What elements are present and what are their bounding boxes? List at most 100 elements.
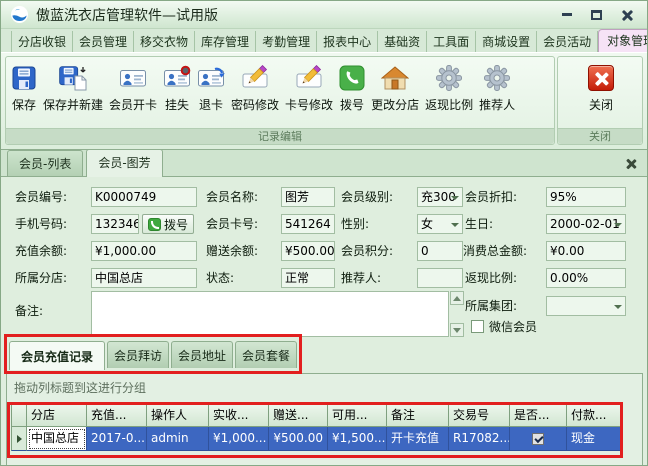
chevron-down-icon [614, 223, 622, 227]
column-header-remark[interactable]: 备注 [387, 404, 449, 427]
column-header-received[interactable]: 实收... [209, 404, 269, 427]
minimize-icon[interactable] [560, 8, 573, 21]
total-consume-field[interactable]: ¥0.00 [546, 241, 626, 261]
tab-close-icon[interactable] [626, 159, 637, 170]
document-tab-bar: 会员-列表 会员-图芳 [1, 150, 647, 176]
cell-available[interactable]: ¥1,500... [328, 427, 387, 451]
tab-recharge-records[interactable]: 会员充值记录 [9, 341, 105, 370]
menu-item-mall-settings[interactable]: 商城设置 [476, 31, 537, 52]
gender-select[interactable]: 女 [417, 214, 463, 234]
menu-item-attendance[interactable]: 考勤管理 [256, 31, 317, 52]
edit-password-button[interactable]: 密码修改 [229, 61, 281, 115]
recharge-records-panel: 拖动列标题到这进行分组 分店 充值... 操作人 实收... 赠送... 可用.… [6, 373, 643, 466]
cell-operator[interactable]: admin [147, 427, 209, 451]
phone-field[interactable]: 1323468 [91, 214, 139, 234]
cell-recharge-date[interactable]: 2017-0... [87, 427, 147, 451]
column-header-operator[interactable]: 操作人 [147, 404, 209, 427]
close-button[interactable]: 关闭 [586, 61, 616, 115]
menu-item-tools[interactable]: 工具面 [427, 31, 476, 52]
menu-item-inventory[interactable]: 库存管理 [195, 31, 256, 52]
save-new-icon [58, 63, 88, 93]
column-header-payment[interactable]: 付款... [567, 404, 623, 427]
tab-member-visits[interactable]: 会员拜访 [107, 341, 169, 368]
referrer-icon [483, 63, 511, 93]
scroll-down-icon[interactable] [450, 323, 464, 337]
menu-item-member-management[interactable]: 会员管理 [73, 31, 134, 52]
menu-item-member-activity[interactable]: 会员活动 [537, 31, 598, 52]
close-icon [588, 63, 614, 93]
chevron-down-icon [614, 305, 622, 309]
member-discount-label: 会员折扣: [465, 187, 517, 207]
cell-paid-checkbox[interactable] [510, 427, 567, 451]
save-button[interactable]: 保存 [9, 61, 39, 115]
dial-button[interactable]: 拨号 [142, 214, 194, 234]
dial-button-ribbon[interactable]: 拨号 [337, 61, 367, 115]
cell-gift[interactable]: ¥500.00 [269, 427, 328, 451]
ribbon-group-close: 关闭 关闭 [557, 56, 643, 145]
wechat-member-checkbox[interactable] [471, 320, 484, 333]
referrer-field[interactable] [417, 268, 463, 288]
group-select[interactable] [546, 296, 626, 316]
member-no-field[interactable]: K0000749 [91, 187, 197, 207]
column-header-transaction-no[interactable]: 交易号 [449, 404, 510, 427]
gift-balance-field[interactable]: ¥500.00 [281, 241, 335, 261]
cashback-ratio-field[interactable]: 0.00% [546, 268, 626, 288]
member-name-field[interactable]: 图芳 [281, 187, 335, 207]
return-card-button[interactable]: 退卡 [195, 61, 227, 115]
column-header-paid[interactable]: 是否... [510, 404, 567, 427]
save-and-new-button[interactable]: 保存并新建 [41, 61, 105, 115]
column-header-available[interactable]: 可用... [328, 404, 387, 427]
maximize-icon[interactable] [590, 8, 603, 21]
birthday-label: 生日: [465, 214, 493, 234]
referrer-label: 推荐人: [341, 268, 381, 288]
card-no-field[interactable]: 541264 [281, 214, 335, 234]
points-field[interactable]: 0 [417, 241, 463, 261]
menu-item-basic-data[interactable]: 基础资 [378, 31, 427, 52]
cell-transaction-no[interactable]: R17082... [449, 427, 510, 451]
member-detail-page: 会员编号: K0000749 会员名称: 图芳 会员级别: 充300 会员折扣:… [1, 176, 647, 466]
cell-received[interactable]: ¥1,000... [209, 427, 269, 451]
branch-field[interactable]: 中国总店 [91, 268, 197, 288]
member-no-label: 会员编号: [15, 187, 67, 207]
close-icon[interactable] [620, 8, 633, 21]
dial-icon [339, 63, 365, 93]
app-logo-icon [11, 6, 28, 23]
points-label: 会员积分: [341, 241, 393, 261]
tab-member-packages[interactable]: 会员套餐 [235, 341, 297, 368]
tab-member-list[interactable]: 会员-列表 [7, 150, 83, 176]
cell-payment[interactable]: 现金 [567, 427, 623, 451]
member-open-card-button[interactable]: 会员开卡 [107, 61, 159, 115]
menu-item-object-management[interactable]: 对象管理 [598, 29, 648, 52]
ribbon-group-label-close: 关闭 [558, 128, 642, 144]
edit-password-icon [241, 63, 269, 93]
status-field[interactable]: 正常 [281, 268, 335, 288]
remark-textarea[interactable] [91, 291, 449, 337]
remark-label: 备注: [15, 301, 43, 321]
recharge-balance-field[interactable]: ¥1,000.00 [91, 241, 197, 261]
menu-bar: 分店收银 会员管理 移交衣物 库存管理 考勤管理 报表中心 基础资 工具面 商城… [1, 29, 647, 53]
report-loss-button[interactable]: 挂失 [161, 61, 193, 115]
cell-branch[interactable]: 中国总店 [27, 427, 87, 451]
member-level-select[interactable]: 充300 [417, 187, 463, 207]
tab-member-tufang[interactable]: 会员-图芳 [86, 149, 162, 177]
status-label: 状态: [206, 268, 234, 288]
change-branch-button[interactable]: 更改分店 [369, 61, 421, 115]
chevron-down-icon [451, 196, 459, 200]
column-header-gift[interactable]: 赠送... [269, 404, 328, 427]
edit-card-number-button[interactable]: 卡号修改 [283, 61, 335, 115]
referrer-button[interactable]: 推荐人 [477, 61, 517, 115]
birthday-picker[interactable]: 2000-02-01 [546, 214, 626, 234]
column-header-recharge-date[interactable]: 充值... [87, 404, 147, 427]
cashback-ratio-button[interactable]: 返现比例 [423, 61, 475, 115]
row-indicator-header [11, 404, 27, 427]
menu-item-branch-cashier[interactable]: 分店收银 [11, 31, 73, 52]
member-discount-field[interactable]: 95% [546, 187, 626, 207]
scroll-up-icon[interactable] [450, 291, 464, 305]
column-header-branch[interactable]: 分店 [27, 404, 87, 427]
tab-member-address[interactable]: 会员地址 [171, 341, 233, 368]
window-title: 傲蓝洗衣店管理软件—试用版 [36, 5, 218, 25]
cashback-ratio-icon [435, 63, 463, 93]
cell-remark[interactable]: 开卡充值 [387, 427, 449, 451]
menu-item-reports[interactable]: 报表中心 [317, 31, 378, 52]
menu-item-transfer-clothes[interactable]: 移交衣物 [134, 31, 195, 52]
